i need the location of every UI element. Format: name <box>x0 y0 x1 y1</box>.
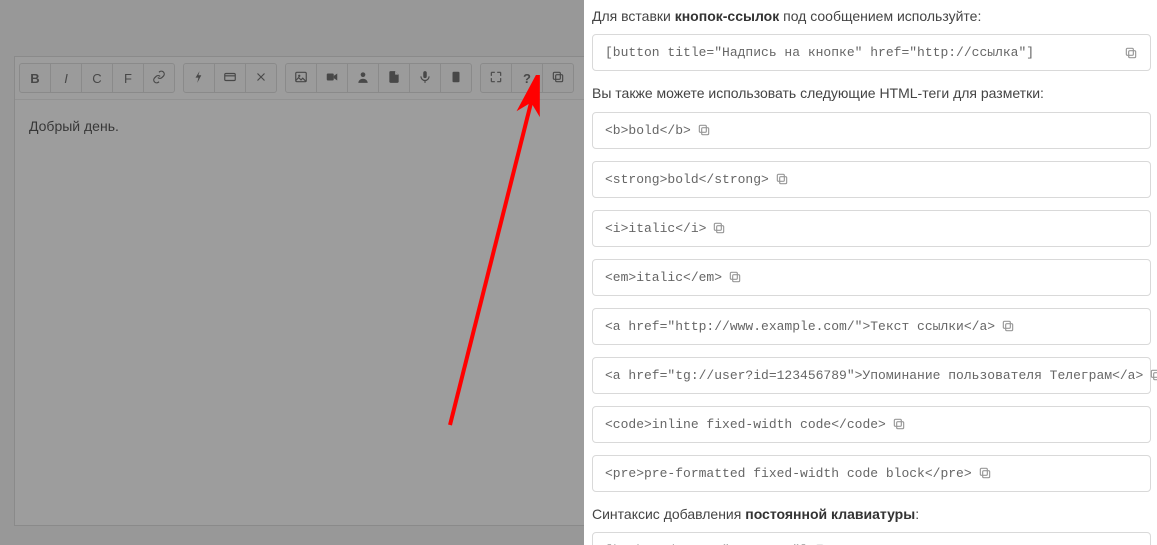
copy-icon[interactable] <box>1149 368 1157 382</box>
code-box-bold: <b>bold</b> <box>592 112 1151 149</box>
code-text: <a href="http://www.example.com/">Текст … <box>605 319 995 334</box>
video-icon <box>325 70 339 87</box>
code-box-italic-em: <em>italic</em> <box>592 259 1151 296</box>
code-box-italic-i: <i>italic</i> <box>592 210 1151 247</box>
code-text: [button title="Надпись на кнопке" href="… <box>605 45 1034 60</box>
code-label: C <box>92 71 101 86</box>
link-button[interactable] <box>143 63 175 93</box>
copy-icon[interactable] <box>712 221 726 235</box>
code-text: <em>italic</em> <box>605 270 722 285</box>
mic-button[interactable] <box>409 63 441 93</box>
code-box-button: [button title="Надпись на кнопке" href="… <box>592 34 1151 71</box>
code-button[interactable]: C <box>81 63 113 93</box>
close-button[interactable] <box>245 63 277 93</box>
bold-button[interactable]: B <box>19 63 51 93</box>
copy-icon[interactable] <box>697 123 711 137</box>
copy-icon[interactable] <box>728 270 742 284</box>
italic-button[interactable]: I <box>50 63 82 93</box>
fullscreen-icon <box>489 70 503 87</box>
help-button[interactable]: ? <box>511 63 543 93</box>
copy-icon[interactable] <box>1124 46 1138 60</box>
code-box-link: <a href="http://www.example.com/">Текст … <box>592 308 1151 345</box>
file-button[interactable] <box>378 63 410 93</box>
image-button[interactable] <box>285 63 317 93</box>
code-box-inline-code: <code>inline fixed-width code</code> <box>592 406 1151 443</box>
code-box-strong: <strong>bold</strong> <box>592 161 1151 198</box>
help-icon: ? <box>523 71 531 86</box>
code-box-pre: <pre>pre-formatted fixed-width code bloc… <box>592 455 1151 492</box>
copy-icon <box>551 70 565 87</box>
close-icon <box>254 70 268 87</box>
code-text: <pre>pre-formatted fixed-width code bloc… <box>605 466 972 481</box>
file-icon <box>387 70 401 87</box>
doc-button[interactable] <box>440 63 472 93</box>
video-button[interactable] <box>316 63 348 93</box>
italic-label: I <box>64 71 68 86</box>
copy-button[interactable] <box>542 63 574 93</box>
code-text: <a href="tg://user?id=123456789">Упомина… <box>605 368 1143 383</box>
hand-icon <box>192 70 206 87</box>
copy-icon[interactable] <box>978 466 992 480</box>
code-text: <strong>bold</strong> <box>605 172 769 187</box>
code-box-tg-user: <a href="tg://user?id=123456789">Упомина… <box>592 357 1151 394</box>
fullscreen-button[interactable] <box>480 63 512 93</box>
card-button[interactable] <box>214 63 246 93</box>
code-box-keyboard: [keyboard text="Кнопка 1"] <box>592 532 1151 545</box>
user-button[interactable] <box>347 63 379 93</box>
font-button[interactable]: F <box>112 63 144 93</box>
user-icon <box>356 70 370 87</box>
hand-button[interactable] <box>183 63 215 93</box>
code-text: <code>inline fixed-width code</code> <box>605 417 886 432</box>
editor-text: Добрый день. <box>29 118 119 134</box>
bold-label: B <box>30 71 39 86</box>
doc-icon <box>449 70 463 87</box>
image-icon <box>294 70 308 87</box>
copy-icon[interactable] <box>892 417 906 431</box>
copy-icon[interactable] <box>775 172 789 186</box>
link-icon <box>152 70 166 87</box>
card-icon <box>223 70 237 87</box>
mic-icon <box>418 70 432 87</box>
help-panel: Для вставки кнопок-ссылок под сообщением… <box>584 0 1157 545</box>
code-text: <i>italic</i> <box>605 221 706 236</box>
panel-intro-buttons: Для вставки кнопок-ссылок под сообщением… <box>592 6 1151 26</box>
panel-intro-tags: Вы также можете использовать следующие H… <box>592 83 1151 103</box>
panel-intro-keyboard: Синтаксис добавления постоянной клавиату… <box>592 504 1151 524</box>
font-label: F <box>124 71 132 86</box>
copy-icon[interactable] <box>1001 319 1015 333</box>
code-text: <b>bold</b> <box>605 123 691 138</box>
